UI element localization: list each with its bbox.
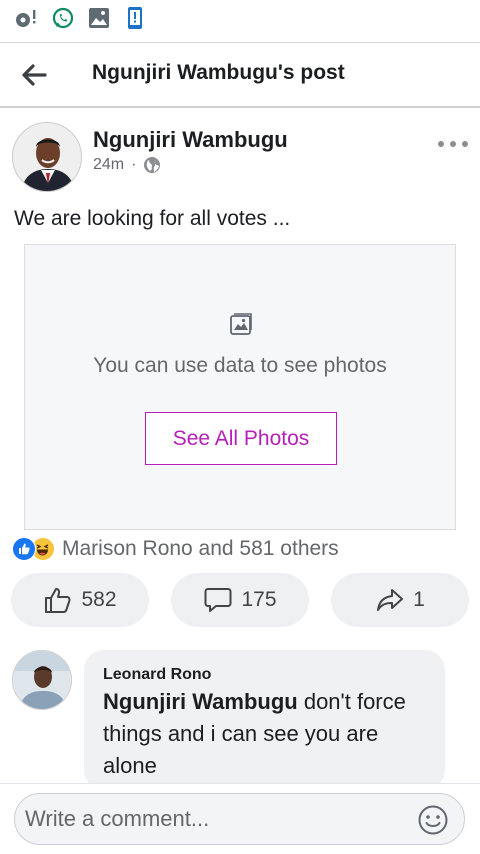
more-options-button[interactable] — [438, 134, 468, 154]
emoji-icon[interactable] — [417, 804, 449, 836]
top-app-bar: Ngunjiri Wambugu's post — [0, 42, 480, 108]
comment-composer: Write a comment... — [0, 783, 480, 854]
meta-separator: · — [131, 156, 137, 173]
globe-icon — [144, 157, 161, 173]
photo-icon — [230, 313, 252, 335]
back-button[interactable] — [14, 55, 54, 95]
reactions-text: Marison Rono and 581 others — [62, 537, 339, 560]
like-reaction-icon — [12, 537, 36, 561]
comment-text: Ngunjiri Wambugu don't force things and … — [103, 686, 433, 782]
more-dot-icon — [462, 141, 468, 147]
comment-author-name[interactable]: Leonard Rono — [103, 666, 211, 684]
author-avatar[interactable] — [12, 122, 82, 192]
like-count: 582 — [81, 588, 117, 611]
comment-button[interactable]: 175 — [171, 573, 309, 627]
comment-bubble-icon — [204, 588, 232, 612]
post-author-name[interactable]: Ngunjiri Wambugu — [93, 127, 288, 153]
see-all-photos-button[interactable]: See All Photos — [145, 412, 337, 465]
phone-status-icon — [128, 7, 142, 29]
share-button[interactable]: 1 — [331, 573, 469, 627]
reactions-summary[interactable]: Marison Rono and 581 others — [12, 537, 339, 561]
photo-placeholder: You can use data to see photos See All P… — [24, 244, 456, 530]
back-arrow-icon — [22, 64, 47, 86]
comment-mention[interactable]: Ngunjiri Wambugu — [103, 689, 298, 714]
commenter-photo — [13, 651, 71, 709]
commenter-avatar[interactable] — [12, 650, 72, 710]
page-title: Ngunjiri Wambugu's post — [92, 61, 345, 84]
share-count: 1 — [413, 588, 425, 611]
like-button[interactable]: 582 — [11, 573, 149, 627]
post-meta: 24m · — [93, 156, 161, 174]
gallery-icon — [89, 8, 109, 28]
post-time[interactable]: 24m — [93, 156, 124, 174]
photo-data-notice: You can use data to see photos — [93, 354, 387, 377]
author-photo — [13, 123, 81, 191]
comment-placeholder: Write a comment... — [25, 806, 210, 831]
more-dot-icon — [438, 141, 444, 147]
comment-input[interactable]: Write a comment... — [14, 793, 465, 845]
more-dot-icon — [450, 141, 456, 147]
share-arrow-icon — [377, 589, 404, 611]
comment-bubble[interactable]: Leonard Rono Ngunjiri Wambugu don't forc… — [84, 650, 445, 790]
whatsapp-icon — [52, 7, 74, 29]
status-bar — [0, 0, 480, 40]
post-text: We are looking for all votes ... — [14, 207, 291, 230]
app-notification-icon — [16, 10, 36, 27]
thumbs-up-icon — [45, 588, 71, 613]
comment-count: 175 — [241, 588, 277, 611]
